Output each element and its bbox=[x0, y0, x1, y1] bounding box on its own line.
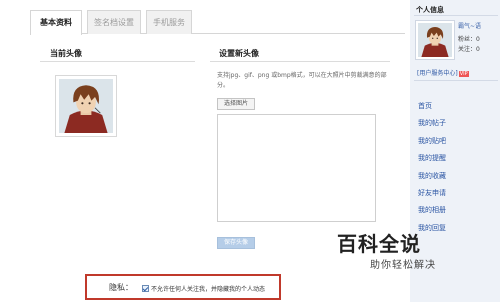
sidebar-following-count: 关注：0 bbox=[458, 46, 480, 53]
watermark-sub-text: 助你轻松解决 bbox=[370, 260, 436, 271]
sidebar-avatar[interactable] bbox=[415, 20, 455, 60]
sidebar-divider-2 bbox=[414, 80, 498, 81]
profile-tabs: 基本资料 签名档设置 手机服务 bbox=[30, 10, 405, 35]
set-avatar-title: 设置新头像 bbox=[219, 49, 259, 58]
tab-signature-settings[interactable]: 签名档设置 bbox=[87, 10, 141, 34]
sidebar-divider bbox=[414, 15, 498, 16]
privacy-checkbox-text: 不允许任何人关注我，并隐藏我的个人动态 bbox=[151, 286, 266, 293]
sidebar-item-my-favorites[interactable]: 我的收藏 bbox=[418, 168, 446, 185]
vip-badge: VIP bbox=[458, 71, 469, 77]
watermark-main-text: 百科全说 bbox=[337, 232, 421, 256]
save-avatar-button[interactable]: 保存头像 bbox=[217, 237, 255, 249]
privacy-setting-box: 隐私： 不允许任何人关注我，并隐藏我的个人动态 bbox=[85, 274, 281, 300]
sidebar-username[interactable]: 霸气~语 bbox=[458, 21, 481, 30]
privacy-label: 隐私： bbox=[109, 283, 133, 292]
choose-image-button[interactable]: 选择图片 bbox=[217, 98, 255, 110]
sidebar-item-my-posts[interactable]: 我的帖子 bbox=[418, 115, 446, 132]
current-avatar-image bbox=[55, 75, 117, 137]
sidebar-item-my-album[interactable]: 我的相册 bbox=[418, 202, 446, 219]
service-center-label: [用户服务中心] bbox=[417, 70, 458, 77]
avatar-format-hint: 支持jpg、gif、png 或bmp格式，可以在大照片中剪裁满意的部分。 bbox=[217, 72, 387, 89]
privacy-checkbox[interactable] bbox=[142, 285, 149, 292]
avatar-crop-area[interactable] bbox=[217, 114, 376, 222]
tab-mobile-service[interactable]: 手机服务 bbox=[146, 10, 192, 34]
user-service-center-link[interactable]: [用户服务中心] VIP bbox=[417, 68, 469, 77]
sidebar-item-friend-requests[interactable]: 好友申请 bbox=[418, 185, 446, 202]
tab-basic-info[interactable]: 基本资料 bbox=[30, 10, 82, 35]
watermark-overlay: 百科全说 助你轻松解决 bbox=[337, 228, 463, 274]
set-avatar-divider bbox=[210, 61, 390, 62]
current-avatar-title: 当前头像 bbox=[50, 49, 82, 58]
sidebar-item-my-reminders[interactable]: 我的提醒 bbox=[418, 150, 446, 167]
avatar-portrait-icon bbox=[418, 23, 452, 57]
current-avatar-divider bbox=[40, 61, 195, 62]
sidebar-menu: 首页 我的帖子 我的贴吧 我的提醒 我的收藏 好友申请 我的相册 我的回复 bbox=[418, 98, 446, 237]
sidebar-title: 个人信息 bbox=[416, 6, 444, 14]
sidebar-item-my-tieba[interactable]: 我的贴吧 bbox=[418, 133, 446, 150]
sidebar-item-home[interactable]: 首页 bbox=[418, 98, 446, 115]
sidebar-fans-count: 粉丝：0 bbox=[458, 36, 480, 43]
avatar-portrait-icon bbox=[59, 79, 113, 133]
